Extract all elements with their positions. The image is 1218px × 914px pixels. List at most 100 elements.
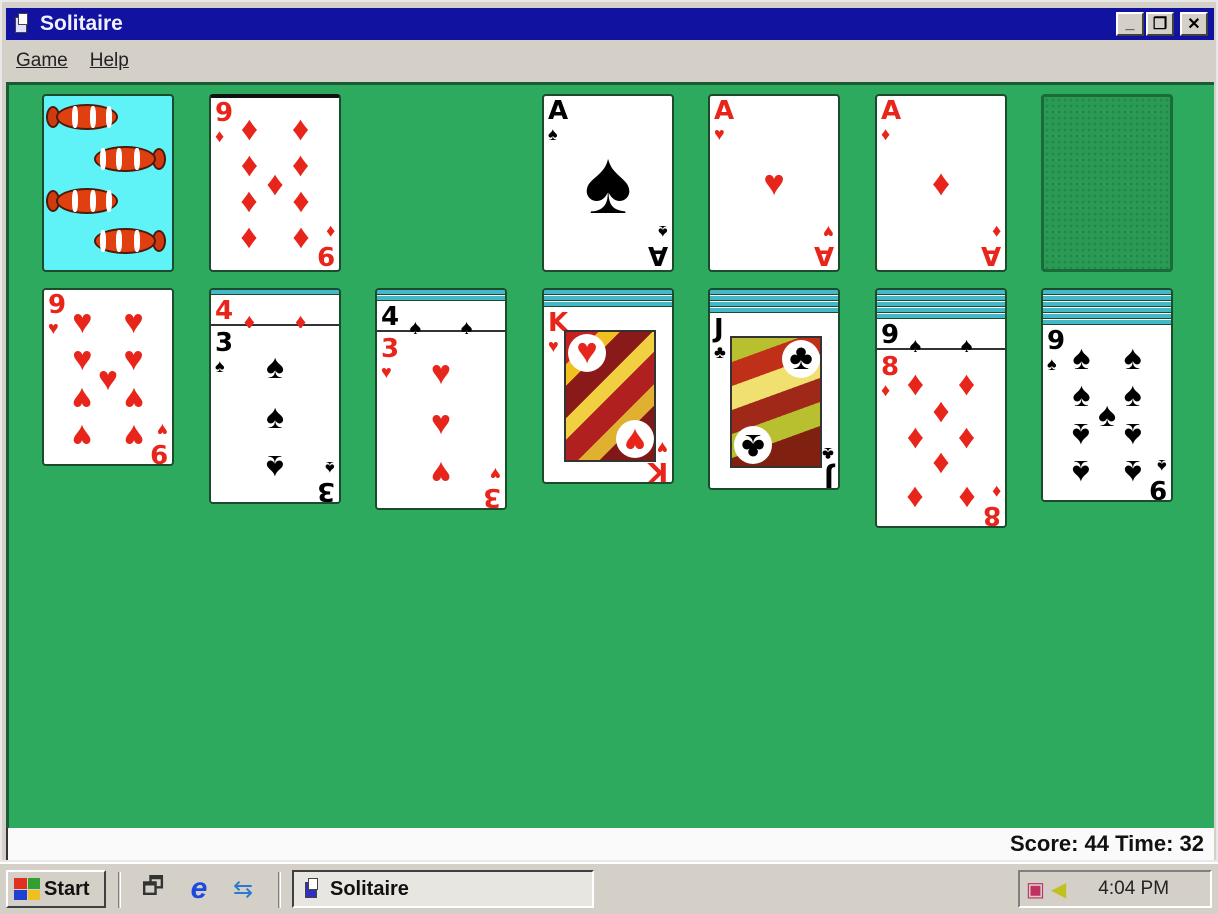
taskbar-separator xyxy=(118,872,121,908)
card-suit-bottom-icon: ♥ xyxy=(657,438,668,458)
card-pip-icon: ♦ xyxy=(240,146,259,185)
card-pip-icon: ♥ xyxy=(123,416,144,455)
tableau-top-card[interactable]: 9 ♥ 9 ♥ ♥ ♥ ♥ ♥ ♥ ♥ ♥ ♥ ♥ xyxy=(44,290,172,464)
tableau-top-card[interactable]: 9 ♠ 9 ♠ ♠ ♠ ♠ ♠ ♠ ♠ ♠ ♠ ♠ xyxy=(1043,326,1171,500)
system-tray: ▣ ◀ 4:04 PM xyxy=(1018,870,1212,908)
card-rank: A xyxy=(881,96,902,126)
scheduler-icon[interactable]: ▣ xyxy=(1026,877,1045,902)
face-down-card[interactable] xyxy=(710,296,838,301)
start-label: Start xyxy=(44,877,90,900)
card-suit-icon: ♥ xyxy=(714,124,725,144)
face-down-card[interactable] xyxy=(877,308,1005,313)
face-down-card[interactable] xyxy=(1043,314,1171,319)
face-suit-icon: ♥ xyxy=(616,420,654,460)
task-button-solitaire[interactable]: Solitaire xyxy=(292,870,594,908)
start-button[interactable]: Start xyxy=(6,870,106,908)
card-rank: 9 xyxy=(881,320,900,350)
card-pip-icon: ♠ xyxy=(265,348,285,387)
minimize-icon: _ xyxy=(1125,15,1135,32)
status-bar: Score: 44 Time: 32 xyxy=(6,828,1214,860)
ace-center-suit-icon: ♦ xyxy=(931,162,951,203)
face-down-card[interactable] xyxy=(877,314,1005,319)
volume-icon[interactable]: ◀ xyxy=(1051,877,1066,902)
face-down-card[interactable] xyxy=(710,290,838,295)
face-down-card[interactable] xyxy=(377,296,505,301)
show-desktop-icon[interactable]: 🗗 xyxy=(138,873,168,904)
restore-button[interactable]: ❐ xyxy=(1146,12,1174,36)
tableau-pile-6[interactable]: 9 ♠ ♠ 8 ♦ 8 ♦ ♦ ♦ ♦ ♦ ♦ ♦ ♦ ♦ xyxy=(875,288,1007,528)
card-suit-icon: ♥ xyxy=(48,318,59,338)
tableau-pile-3[interactable]: 4 ♠ ♠ 3 ♥ 3 ♥ ♥ ♥ ♥ xyxy=(375,288,507,510)
card-pip-icon: ♥ xyxy=(430,354,452,393)
card-rank-bottom: 8 xyxy=(982,500,1001,528)
card-pip-icon: ♥ xyxy=(430,404,452,442)
tableau-top-card[interactable]: J ♣ J ♣ ♣ ♣ xyxy=(710,314,838,488)
card-rank-bottom: A xyxy=(647,240,668,270)
card-rank: 3 xyxy=(215,328,234,358)
title-bar[interactable]: Solitaire _ ❐ ✕ xyxy=(6,8,1214,40)
foundation-pile-1[interactable]: A ♠ A ♠ ♠ xyxy=(542,94,674,272)
card-pip-icon: ♥ xyxy=(123,340,144,379)
card-suit-bottom-icon: ♦ xyxy=(325,222,335,242)
tableau-top-card[interactable]: K ♥ K ♥ ♥ ♥ xyxy=(544,308,672,482)
menu-game[interactable]: Game xyxy=(16,50,68,72)
tableau-pile-7[interactable]: 9 ♠ 9 ♠ ♠ ♠ ♠ ♠ ♠ ♠ ♠ ♠ ♠ xyxy=(1041,288,1173,502)
menu-help[interactable]: Help xyxy=(90,50,129,72)
tableau-top-card[interactable]: 3 ♠ 3 ♠ ♠ ♠ ♠ xyxy=(211,328,339,504)
face-down-card[interactable] xyxy=(1043,296,1171,301)
tableau-top-card[interactable]: 8 ♦ 8 ♦ ♦ ♦ ♦ ♦ ♦ ♦ ♦ ♦ xyxy=(877,352,1005,528)
internet-explorer-icon[interactable]: e xyxy=(184,872,214,905)
card-suit-icon: ♠ xyxy=(215,356,225,376)
card-pip-icon: ♦ xyxy=(906,478,925,517)
tableau-pile-5[interactable]: J ♣ J ♣ ♣ ♣ xyxy=(708,288,840,490)
face-down-card[interactable] xyxy=(710,302,838,307)
card-pip-icon: ♠ xyxy=(265,398,285,436)
face-up-card-partial[interactable]: 4 ♦ ♦ xyxy=(211,296,339,334)
minimize-button[interactable]: _ xyxy=(1116,12,1144,36)
channels-icon[interactable]: ⇆ xyxy=(228,874,258,904)
card-pip-icon: ♦ xyxy=(906,418,925,457)
card-suit-icon: ♦ xyxy=(215,126,225,146)
face-down-card[interactable] xyxy=(544,302,672,307)
face-down-card[interactable] xyxy=(544,296,672,301)
card-pip-icon: ♠ xyxy=(1072,376,1091,415)
face-up-card-partial[interactable]: 4 ♠ ♠ xyxy=(377,302,505,340)
face-suit-icon: ♣ xyxy=(734,426,772,466)
card-suit-icon: ♥ xyxy=(548,336,559,356)
face-down-card[interactable] xyxy=(877,296,1005,301)
king-portrait: ♥ ♥ xyxy=(564,330,656,462)
face-down-card[interactable] xyxy=(1043,302,1171,307)
taskbar-separator xyxy=(278,872,281,908)
tableau-top-card[interactable]: 3 ♥ 3 ♥ ♥ ♥ ♥ xyxy=(377,334,505,508)
card-suit-bottom-icon: ♥ xyxy=(490,464,501,484)
menu-bar: Game Help xyxy=(6,44,1214,78)
stock-pile[interactable] xyxy=(42,94,174,272)
close-button[interactable]: ✕ xyxy=(1180,12,1208,36)
face-down-card[interactable] xyxy=(1043,320,1171,325)
face-down-card[interactable] xyxy=(544,290,672,295)
clock[interactable]: 4:04 PM xyxy=(1098,878,1169,900)
waste-pile[interactable]: 9 ♦ 9 ♦ ♦ ♦ ♦ ♦ ♦ ♦ ♦ ♦ ♦ xyxy=(209,94,341,272)
solitaire-app-icon xyxy=(14,13,30,35)
face-down-card[interactable] xyxy=(1043,308,1171,313)
fish-stripe xyxy=(90,106,96,128)
face-up-card-partial[interactable]: 9 ♠ ♠ xyxy=(877,320,1005,358)
foundation-pile-3[interactable]: A ♦ A ♦ ♦ xyxy=(875,94,1007,272)
card-rank: 4 xyxy=(215,296,234,326)
tableau-pile-4[interactable]: K ♥ K ♥ ♥ ♥ xyxy=(542,288,674,484)
card-rank: 9 xyxy=(215,98,234,128)
tableau-pile-2[interactable]: 4 ♦ ♦ 3 ♠ 3 ♠ ♠ ♠ ♠ xyxy=(209,288,341,504)
face-down-card[interactable] xyxy=(877,302,1005,307)
card-rank-bottom: 3 xyxy=(316,476,335,504)
face-down-card[interactable] xyxy=(211,290,339,295)
foundation-pile-4[interactable] xyxy=(1041,94,1173,272)
face-down-card[interactable] xyxy=(1043,290,1171,295)
close-icon: ✕ xyxy=(1187,16,1201,33)
face-down-card[interactable] xyxy=(877,290,1005,295)
card-suit-icon: ♠ xyxy=(1047,354,1057,374)
tableau-pile-1[interactable]: 9 ♥ 9 ♥ ♥ ♥ ♥ ♥ ♥ ♥ ♥ ♥ ♥ xyxy=(42,288,174,466)
foundation-pile-2[interactable]: A ♥ A ♥ ♥ xyxy=(708,94,840,272)
face-down-card[interactable] xyxy=(710,308,838,313)
card-suit-bottom-icon: ♠ xyxy=(325,458,335,478)
face-down-card[interactable] xyxy=(377,290,505,295)
